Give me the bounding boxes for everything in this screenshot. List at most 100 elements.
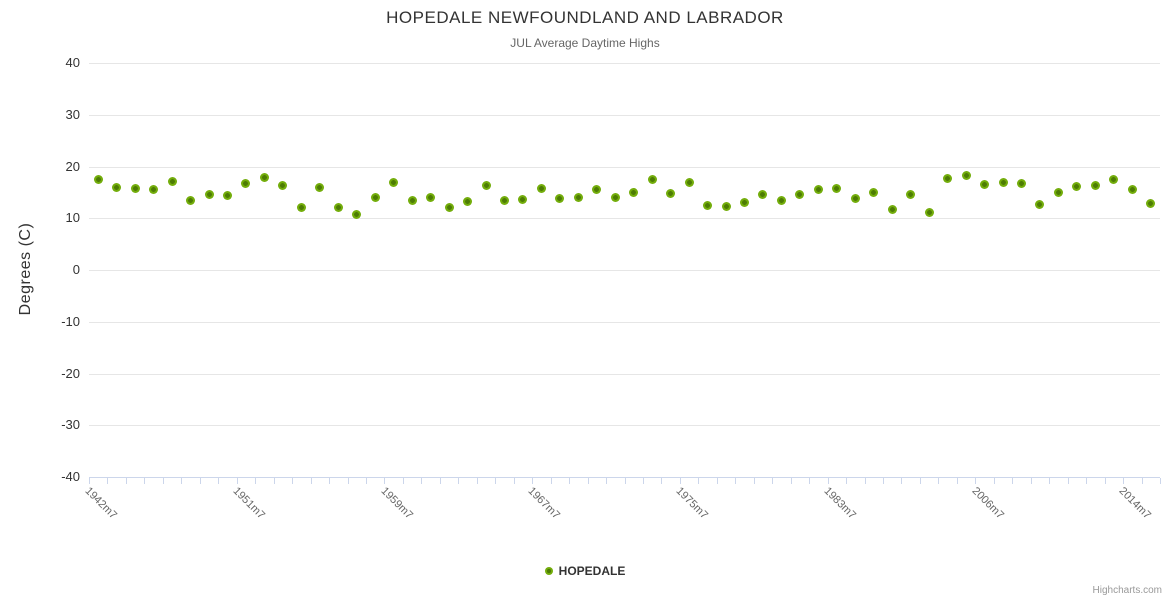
x-axis-tick xyxy=(1123,478,1125,484)
data-point[interactable] xyxy=(1090,180,1100,190)
x-axis-tick xyxy=(218,478,220,484)
data-point[interactable] xyxy=(315,182,325,192)
data-point[interactable] xyxy=(186,196,196,206)
data-point[interactable] xyxy=(906,189,916,199)
data-point[interactable] xyxy=(961,170,971,180)
data-point[interactable] xyxy=(813,185,823,195)
data-point[interactable] xyxy=(832,183,842,193)
data-point[interactable] xyxy=(1072,182,1082,192)
data-point[interactable] xyxy=(352,209,362,219)
data-point[interactable] xyxy=(721,201,731,211)
data-point[interactable] xyxy=(426,193,436,203)
data-point[interactable] xyxy=(610,192,620,202)
y-gridline xyxy=(89,270,1160,271)
y-axis-tick-label: -40 xyxy=(61,469,80,484)
y-gridline xyxy=(89,166,1160,168)
data-point[interactable] xyxy=(684,178,694,188)
chart-title: HOPEDALE NEWFOUNDLAND AND LABRADOR xyxy=(386,8,784,27)
data-point[interactable] xyxy=(499,195,509,205)
x-axis-tick xyxy=(181,478,183,484)
y-axis-title: Degrees (C) xyxy=(17,222,34,316)
data-point[interactable] xyxy=(555,194,565,204)
data-point[interactable] xyxy=(333,202,343,212)
data-point[interactable] xyxy=(370,193,380,203)
legend-label: HOPEDALE xyxy=(558,564,626,578)
x-axis-tick xyxy=(864,478,866,484)
data-point[interactable] xyxy=(463,196,473,206)
data-point[interactable] xyxy=(795,189,805,199)
legend-marker-icon xyxy=(544,567,553,575)
x-axis-tick xyxy=(661,478,663,484)
data-point[interactable] xyxy=(1035,199,1045,209)
y-axis-tick-label: -10 xyxy=(61,313,80,329)
data-point[interactable] xyxy=(389,177,399,187)
data-point[interactable] xyxy=(1017,178,1026,188)
data-point[interactable] xyxy=(703,200,713,210)
x-axis-tick xyxy=(292,478,294,484)
x-axis-tick xyxy=(476,478,478,484)
data-point[interactable] xyxy=(1053,187,1063,197)
x-axis-tick xyxy=(273,478,275,484)
data-point[interactable] xyxy=(444,202,454,212)
data-point[interactable] xyxy=(204,189,214,199)
data-point[interactable] xyxy=(998,177,1008,187)
data-point[interactable] xyxy=(149,185,159,195)
x-axis-tick xyxy=(107,478,109,484)
data-point[interactable] xyxy=(647,175,657,185)
x-axis-tick xyxy=(938,478,940,484)
data-point[interactable] xyxy=(869,188,879,198)
data-point[interactable] xyxy=(776,195,786,205)
data-point[interactable] xyxy=(481,181,491,191)
x-axis-tick-label: 1959m7 xyxy=(378,485,415,522)
x-axis-tick xyxy=(1012,478,1014,484)
data-point[interactable] xyxy=(592,184,602,194)
y-axis-tick-label: -30 xyxy=(61,417,80,433)
data-point[interactable] xyxy=(130,184,140,194)
x-axis-tick-label: 1967m7 xyxy=(525,485,563,522)
y-gridline xyxy=(89,63,1160,64)
data-point[interactable] xyxy=(740,197,750,207)
data-point[interactable] xyxy=(536,183,546,193)
data-point[interactable] xyxy=(93,174,103,184)
data-point[interactable] xyxy=(850,194,860,204)
data-point[interactable] xyxy=(1127,184,1137,194)
data-point[interactable] xyxy=(296,203,306,213)
x-axis-tick xyxy=(365,478,367,484)
data-point[interactable] xyxy=(1146,198,1156,208)
data-point[interactable] xyxy=(518,194,528,204)
x-axis-tick-label: 2006m7 xyxy=(969,485,1006,522)
data-point[interactable] xyxy=(573,193,583,203)
x-axis-tick xyxy=(1067,478,1069,484)
data-point[interactable] xyxy=(259,172,269,182)
data-point[interactable] xyxy=(112,182,122,192)
data-point[interactable] xyxy=(758,189,768,199)
data-point[interactable] xyxy=(1109,175,1119,185)
data-point[interactable] xyxy=(167,177,177,186)
x-axis-tick xyxy=(1086,478,1088,484)
x-axis-tick xyxy=(753,478,755,484)
data-point[interactable] xyxy=(241,178,251,188)
x-axis-tick xyxy=(458,478,460,484)
x-axis-tick xyxy=(421,478,423,484)
data-point[interactable] xyxy=(666,189,676,199)
x-axis-tick xyxy=(587,478,589,484)
data-point[interactable] xyxy=(924,207,934,217)
x-axis-tick xyxy=(809,478,811,484)
x-axis-tick xyxy=(919,478,921,484)
x-axis-tick xyxy=(1104,478,1106,484)
chart-container: HOPEDALE NEWFOUNDLAND AND LABRADOR JUL A… xyxy=(0,0,1170,600)
legend-item-hopedale[interactable]: HOPEDALE xyxy=(0,564,1170,578)
x-axis-tick xyxy=(883,478,885,484)
chart-subtitle: JUL Average Daytime Highs xyxy=(510,36,660,50)
highcharts-credits-link[interactable]: Highcharts.com xyxy=(1093,585,1162,596)
x-axis-tick xyxy=(439,478,441,484)
data-point[interactable] xyxy=(407,196,417,206)
x-axis-tick xyxy=(827,478,829,484)
data-point[interactable] xyxy=(980,180,990,190)
data-point[interactable] xyxy=(278,180,288,190)
data-point[interactable] xyxy=(887,205,897,215)
data-point[interactable] xyxy=(943,173,953,183)
x-axis-tick xyxy=(1160,478,1161,484)
data-point[interactable] xyxy=(629,187,639,197)
data-point[interactable] xyxy=(222,191,232,201)
